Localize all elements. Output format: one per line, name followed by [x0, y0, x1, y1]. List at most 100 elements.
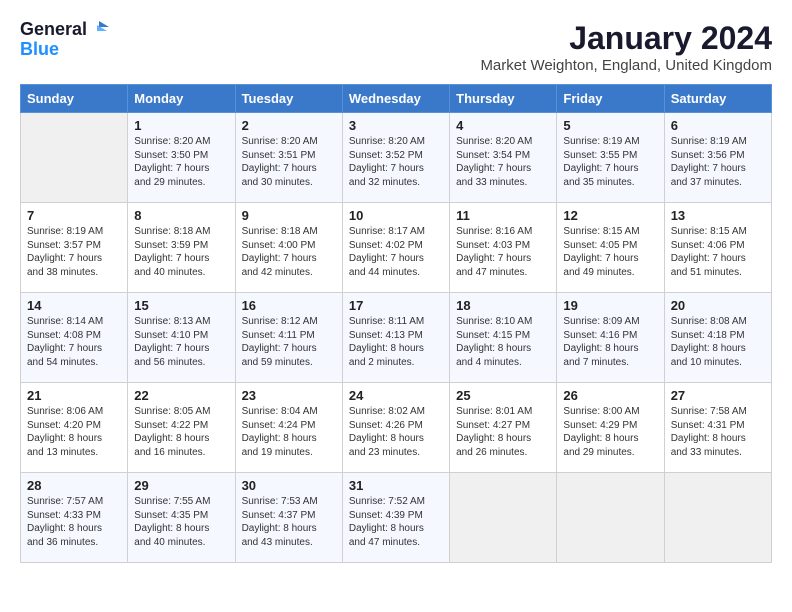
day-number: 7: [27, 208, 121, 223]
cell-content: Sunrise: 8:20 AMSunset: 3:51 PMDaylight:…: [242, 135, 336, 189]
calendar-cell: [450, 473, 557, 563]
calendar-cell: 7Sunrise: 8:19 AMSunset: 3:57 PMDaylight…: [21, 203, 128, 293]
day-number: 28: [27, 478, 121, 493]
week-row-2: 7Sunrise: 8:19 AMSunset: 3:57 PMDaylight…: [21, 203, 772, 293]
cell-content: Sunrise: 8:02 AMSunset: 4:26 PMDaylight:…: [349, 405, 443, 459]
logo-bird-icon: [89, 17, 111, 39]
cell-content: Sunrise: 8:12 AMSunset: 4:11 PMDaylight:…: [242, 315, 336, 369]
cell-content: Sunrise: 8:18 AMSunset: 3:59 PMDaylight:…: [134, 225, 228, 279]
day-number: 27: [671, 388, 765, 403]
calendar-cell: 24 Sunrise: 8:02 AMSunset: 4:26 PMDayligh…: [342, 383, 449, 473]
calendar-cell: 8Sunrise: 8:18 AMSunset: 3:59 PMDaylight…: [128, 203, 235, 293]
cell-content: Sunrise: 8:11 AMSunset: 4:13 PMDaylight:…: [349, 315, 443, 369]
cell-content: Sunrise: 8:10 AMSunset: 4:15 PMDaylight:…: [456, 315, 550, 369]
cell-content: Sunrise: 7:57 AMSunset: 4:33 PMDaylight:…: [27, 495, 121, 549]
week-row-4: 21 Sunrise: 8:06 AMSunset: 4:20 PMDayligh…: [21, 383, 772, 473]
calendar-cell: [664, 473, 771, 563]
calendar-cell: 5Sunrise: 8:19 AMSunset: 3:55 PMDaylight…: [557, 113, 664, 203]
day-number: 10: [349, 208, 443, 223]
calendar-subtitle: Market Weighton, England, United Kingdom: [480, 57, 772, 74]
day-number: 23: [242, 388, 336, 403]
cell-content: Sunrise: 8:15 AMSunset: 4:05 PMDaylight:…: [563, 225, 657, 279]
cell-content: Sunrise: 7:55 AMSunset: 4:35 PMDaylight:…: [134, 495, 228, 549]
cell-content: Sunrise: 8:13 AMSunset: 4:10 PMDaylight:…: [134, 315, 228, 369]
header-row: SundayMondayTuesdayWednesdayThursdayFrid…: [21, 85, 772, 113]
day-number: 5: [563, 118, 657, 133]
day-number: 1: [134, 118, 228, 133]
day-number: 11: [456, 208, 550, 223]
header-day-sunday: Sunday: [21, 85, 128, 113]
calendar-cell: 28 Sunrise: 7:57 AMSunset: 4:33 PMDayligh…: [21, 473, 128, 563]
day-number: 26: [563, 388, 657, 403]
calendar-cell: 17 Sunrise: 8:11 AMSunset: 4:13 PMDayligh…: [342, 293, 449, 383]
title-block: January 2024 Market Weighton, England, U…: [480, 20, 772, 74]
calendar-cell: 22 Sunrise: 8:05 AMSunset: 4:22 PMDayligh…: [128, 383, 235, 473]
day-number: 13: [671, 208, 765, 223]
cell-content: Sunrise: 8:15 AMSunset: 4:06 PMDaylight:…: [671, 225, 765, 279]
calendar-cell: 13 Sunrise: 8:15 AMSunset: 4:06 PMDayligh…: [664, 203, 771, 293]
calendar-cell: 27Sunrise: 7:58 AMSunset: 4:31 PMDayligh…: [664, 383, 771, 473]
calendar-cell: 18 Sunrise: 8:10 AMSunset: 4:15 PMDayligh…: [450, 293, 557, 383]
calendar-header: SundayMondayTuesdayWednesdayThursdayFrid…: [21, 85, 772, 113]
day-number: 12: [563, 208, 657, 223]
day-number: 15: [134, 298, 228, 313]
day-number: 25: [456, 388, 550, 403]
day-number: 30: [242, 478, 336, 493]
calendar-cell: 21 Sunrise: 8:06 AMSunset: 4:20 PMDayligh…: [21, 383, 128, 473]
cell-content: Sunrise: 8:18 AMSunset: 4:00 PMDaylight:…: [242, 225, 336, 279]
calendar-cell: 3Sunrise: 8:20 AMSunset: 3:52 PMDaylight…: [342, 113, 449, 203]
calendar-cell: 2Sunrise: 8:20 AMSunset: 3:51 PMDaylight…: [235, 113, 342, 203]
day-number: 4: [456, 118, 550, 133]
header: General Blue January 2024 Market Weighto…: [20, 20, 772, 74]
cell-content: Sunrise: 8:05 AMSunset: 4:22 PMDaylight:…: [134, 405, 228, 459]
day-number: 9: [242, 208, 336, 223]
week-row-5: 28 Sunrise: 7:57 AMSunset: 4:33 PMDayligh…: [21, 473, 772, 563]
cell-content: Sunrise: 7:52 AMSunset: 4:39 PMDaylight:…: [349, 495, 443, 549]
day-number: 20: [671, 298, 765, 313]
cell-content: Sunrise: 8:00 AMSunset: 4:29 PMDaylight:…: [563, 405, 657, 459]
cell-content: Sunrise: 8:20 AMSunset: 3:50 PMDaylight:…: [134, 135, 228, 189]
calendar-cell: 23 Sunrise: 8:04 AMSunset: 4:24 PMDayligh…: [235, 383, 342, 473]
cell-content: Sunrise: 8:14 AMSunset: 4:08 PMDaylight:…: [27, 315, 121, 369]
cell-content: Sunrise: 8:08 AMSunset: 4:18 PMDaylight:…: [671, 315, 765, 369]
day-number: 21: [27, 388, 121, 403]
week-row-1: 1 Sunrise: 8:20 AMSunset: 3:50 PMDaylight…: [21, 113, 772, 203]
calendar-cell: 10 Sunrise: 8:17 AMSunset: 4:02 PMDayligh…: [342, 203, 449, 293]
logo: General Blue: [20, 20, 111, 60]
calendar-table: SundayMondayTuesdayWednesdayThursdayFrid…: [20, 84, 772, 563]
header-day-thursday: Thursday: [450, 85, 557, 113]
calendar-cell: 31 Sunrise: 7:52 AMSunset: 4:39 PMDayligh…: [342, 473, 449, 563]
day-number: 24: [349, 388, 443, 403]
week-row-3: 14Sunrise: 8:14 AMSunset: 4:08 PMDayligh…: [21, 293, 772, 383]
cell-content: Sunrise: 8:01 AMSunset: 4:27 PMDaylight:…: [456, 405, 550, 459]
calendar-cell: 12 Sunrise: 8:15 AMSunset: 4:05 PMDayligh…: [557, 203, 664, 293]
calendar-cell: [557, 473, 664, 563]
logo-general: General: [20, 20, 87, 40]
calendar-cell: 30 Sunrise: 7:53 AMSunset: 4:37 PMDayligh…: [235, 473, 342, 563]
day-number: 3: [349, 118, 443, 133]
calendar-cell: 1 Sunrise: 8:20 AMSunset: 3:50 PMDaylight…: [128, 113, 235, 203]
header-day-monday: Monday: [128, 85, 235, 113]
cell-content: Sunrise: 8:04 AMSunset: 4:24 PMDaylight:…: [242, 405, 336, 459]
calendar-body: 1 Sunrise: 8:20 AMSunset: 3:50 PMDaylight…: [21, 113, 772, 563]
cell-content: Sunrise: 8:06 AMSunset: 4:20 PMDaylight:…: [27, 405, 121, 459]
calendar-cell: 25 Sunrise: 8:01 AMSunset: 4:27 PMDayligh…: [450, 383, 557, 473]
cell-content: Sunrise: 8:20 AMSunset: 3:54 PMDaylight:…: [456, 135, 550, 189]
day-number: 31: [349, 478, 443, 493]
calendar-title: January 2024: [480, 20, 772, 57]
day-number: 17: [349, 298, 443, 313]
cell-content: Sunrise: 8:09 AMSunset: 4:16 PMDaylight:…: [563, 315, 657, 369]
cell-content: Sunrise: 7:53 AMSunset: 4:37 PMDaylight:…: [242, 495, 336, 549]
day-number: 22: [134, 388, 228, 403]
cell-content: Sunrise: 8:16 AMSunset: 4:03 PMDaylight:…: [456, 225, 550, 279]
calendar-cell: 29Sunrise: 7:55 AMSunset: 4:35 PMDayligh…: [128, 473, 235, 563]
calendar-cell: 16 Sunrise: 8:12 AMSunset: 4:11 PMDayligh…: [235, 293, 342, 383]
day-number: 18: [456, 298, 550, 313]
calendar-cell: 26 Sunrise: 8:00 AMSunset: 4:29 PMDayligh…: [557, 383, 664, 473]
cell-content: Sunrise: 8:17 AMSunset: 4:02 PMDaylight:…: [349, 225, 443, 279]
calendar-cell: 11 Sunrise: 8:16 AMSunset: 4:03 PMDayligh…: [450, 203, 557, 293]
calendar-cell: 20 Sunrise: 8:08 AMSunset: 4:18 PMDayligh…: [664, 293, 771, 383]
header-day-tuesday: Tuesday: [235, 85, 342, 113]
day-number: 16: [242, 298, 336, 313]
calendar-cell: 19Sunrise: 8:09 AMSunset: 4:16 PMDayligh…: [557, 293, 664, 383]
